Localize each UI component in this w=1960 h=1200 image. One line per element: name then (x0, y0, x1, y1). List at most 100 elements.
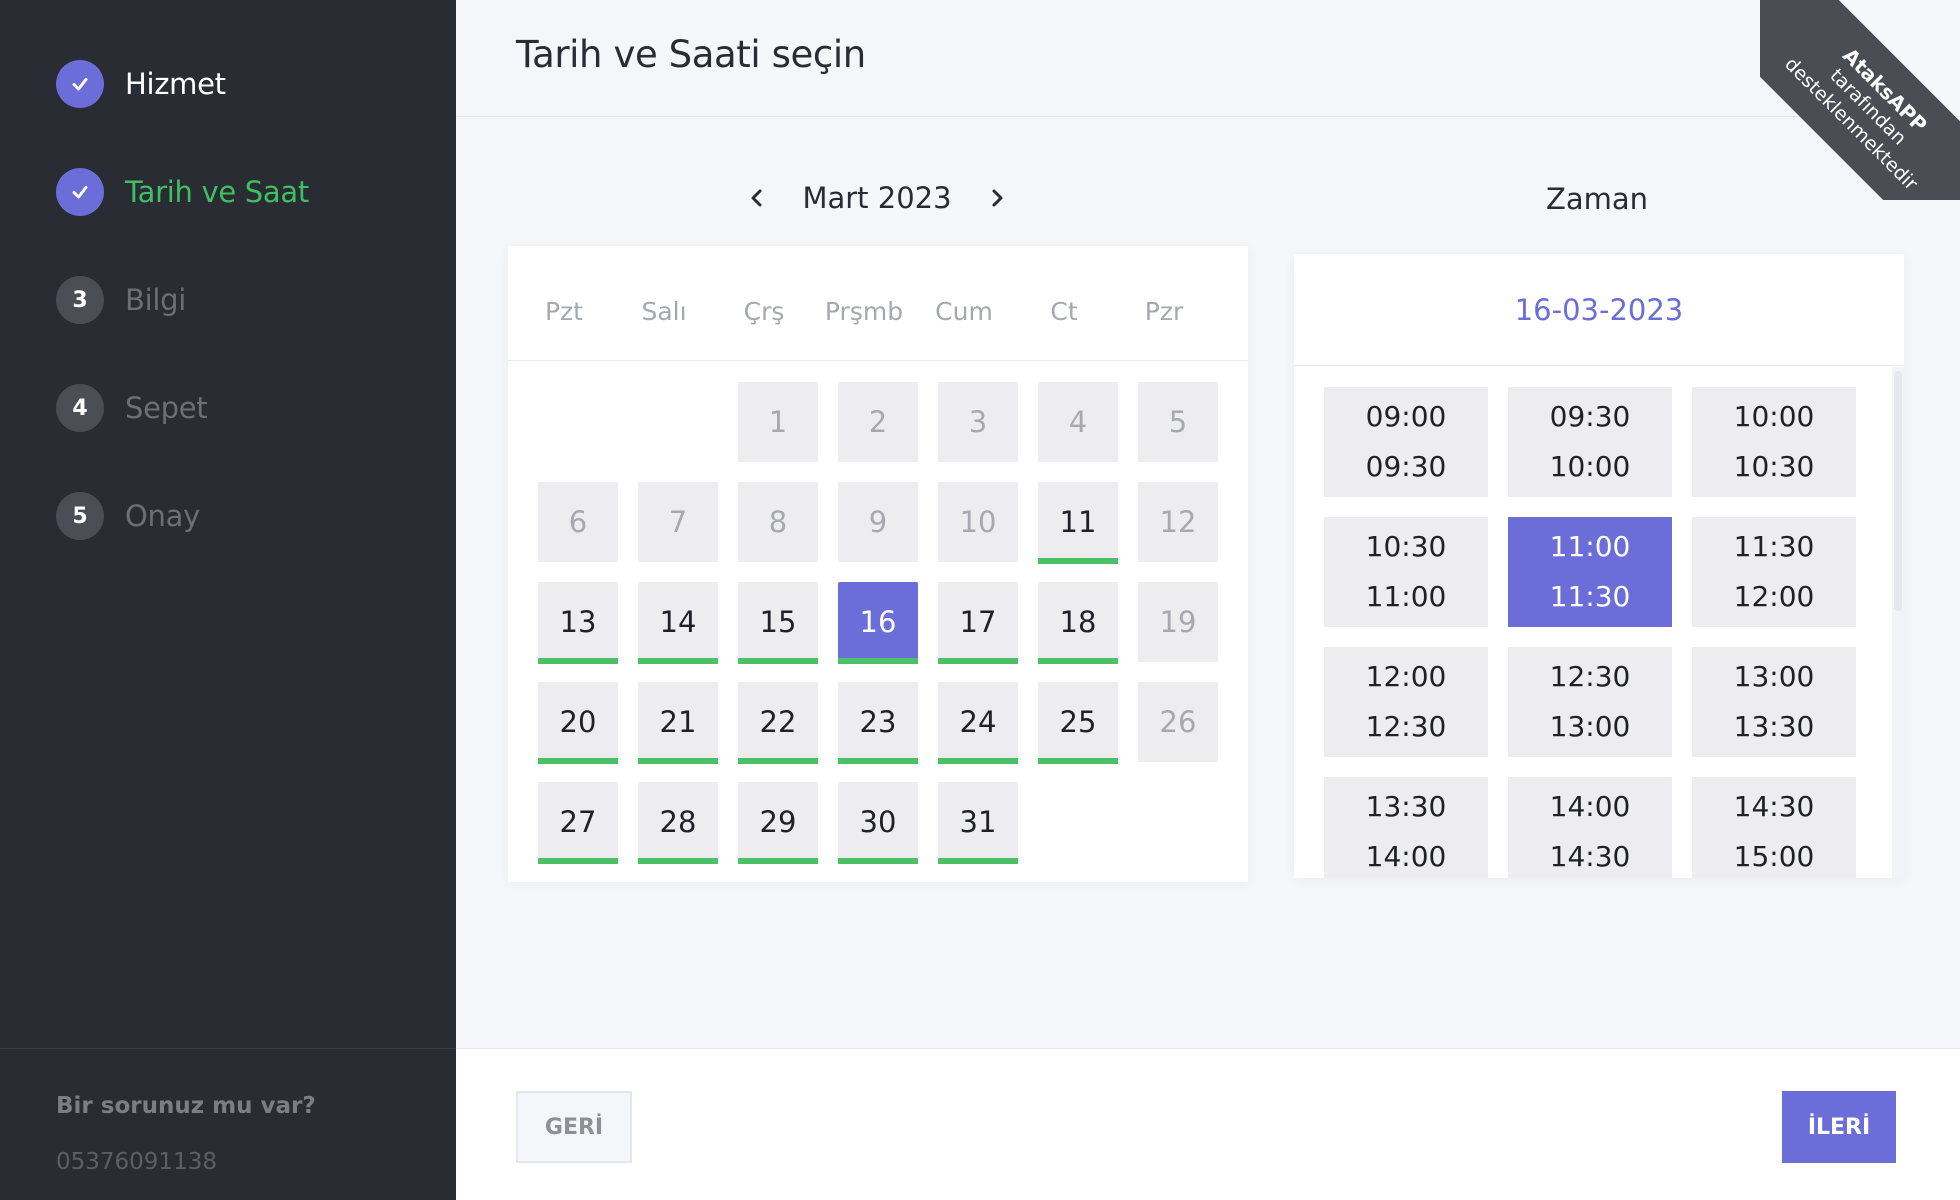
time-slot[interactable]: 09:30 10:00 (1508, 387, 1672, 497)
weekday-label: Pzr (1144, 297, 1184, 326)
calendar-day[interactable]: 25 (1038, 682, 1118, 764)
time-slot-end: 11:30 (1549, 580, 1631, 613)
time-slot-grid: 09:00 09:30 09:30 10:00 10:00 10:30 10:30 11:00… (1294, 367, 1904, 878)
weekday-label: Salı (641, 297, 687, 326)
chevron-right-icon[interactable] (982, 178, 1012, 218)
step-label: Hizmet (125, 67, 226, 101)
time-slot[interactable]: 10:00 10:30 (1692, 387, 1856, 497)
sidebar-footer: Bir sorunuz mu var? 05376091138 (0, 1048, 456, 1200)
next-button[interactable]: İLERİ (1782, 1091, 1896, 1163)
calendar-day[interactable]: 27 (538, 782, 618, 864)
chevron-left-icon[interactable] (742, 178, 772, 218)
calendar-day[interactable]: 17 (938, 582, 1018, 664)
time-slot[interactable]: 09:00 09:30 (1324, 387, 1488, 497)
time-slot[interactable]: 11:30 12:00 (1692, 517, 1856, 627)
calendar: Pzt Salı Çrş Prşmb Cum Ct Pzr 1 2 3 4 5 6 7 8 9 10 11 12 1… (508, 246, 1248, 882)
step-number: 3 (56, 276, 104, 324)
time-slot-end: 12:30 (1365, 710, 1447, 743)
step-tarih-ve-saat[interactable]: Tarih ve Saat (56, 165, 309, 219)
calendar-day: 3 (938, 382, 1018, 462)
powered-by-ribbon: AtaksAPP tarafından desteklenmektedir (1760, 0, 1960, 200)
time-slot[interactable]: 11:00 11:30 (1508, 517, 1672, 627)
calendar-day[interactable]: 16 (838, 582, 918, 664)
weekday-label: Prşmb (824, 297, 904, 326)
calendar-day[interactable]: 20 (538, 682, 618, 764)
month-label: Mart 2023 (802, 181, 952, 215)
weekday-header: Pzt Salı Çrş Prşmb Cum Ct Pzr (508, 246, 1248, 361)
calendar-day[interactable]: 21 (638, 682, 718, 764)
step-label: Onay (125, 499, 200, 533)
calendar-day[interactable]: 31 (938, 782, 1018, 864)
time-slot[interactable]: 13:30 14:00 (1324, 777, 1488, 878)
calendar-day[interactable]: 15 (738, 582, 818, 664)
calendar-day: 1 (738, 382, 818, 462)
weekday-label: Çrş (743, 297, 785, 326)
calendar-day[interactable]: 11 (1038, 482, 1118, 564)
time-title: Zaman (1545, 182, 1649, 216)
time-slot-end: 15:00 (1733, 840, 1815, 873)
month-navigation: Mart 2023 (742, 176, 1012, 220)
time-slot-start: 09:30 (1549, 400, 1631, 433)
time-slot-end: 13:00 (1549, 710, 1631, 743)
time-slot-end: 11:00 (1365, 580, 1447, 613)
back-button[interactable]: GERİ (516, 1091, 632, 1163)
calendar-day[interactable]: 30 (838, 782, 918, 864)
time-slot[interactable]: 14:30 15:00 (1692, 777, 1856, 878)
calendar-day: 8 (738, 482, 818, 562)
calendar-day: 19 (1138, 582, 1218, 662)
selected-date: 16-03-2023 (1294, 254, 1904, 366)
calendar-day: 26 (1138, 682, 1218, 762)
step-label: Tarih ve Saat (125, 175, 309, 209)
time-slot-start: 12:00 (1365, 660, 1447, 693)
time-slot-end: 14:00 (1365, 840, 1447, 873)
time-slot-end: 12:00 (1733, 580, 1815, 613)
calendar-day[interactable]: 28 (638, 782, 718, 864)
ribbon-banner: AtaksAPP tarafından desteklenmektedir (1760, 0, 1960, 200)
calendar-day: 6 (538, 482, 618, 562)
calendar-day[interactable]: 23 (838, 682, 918, 764)
calendar-day: 7 (638, 482, 718, 562)
calendar-day[interactable]: 24 (938, 682, 1018, 764)
time-slot[interactable]: 12:30 13:00 (1508, 647, 1672, 757)
time-slot-start: 11:30 (1733, 530, 1815, 563)
step-bilgi[interactable]: 3 Bilgi (56, 273, 309, 327)
page-title: Tarih ve Saati seçin (516, 33, 866, 76)
time-slot-end: 09:30 (1365, 450, 1447, 483)
time-slot-start: 12:30 (1549, 660, 1631, 693)
time-slot-start: 13:30 (1365, 790, 1447, 823)
calendar-day[interactable]: 13 (538, 582, 618, 664)
calendar-day[interactable]: 18 (1038, 582, 1118, 664)
main-header: Tarih ve Saati seçin (456, 0, 1960, 117)
step-onay[interactable]: 5 Onay (56, 489, 309, 543)
step-hizmet[interactable]: Hizmet (56, 57, 309, 111)
check-icon (56, 168, 104, 216)
step-number: 4 (56, 384, 104, 432)
time-slot-start: 10:00 (1733, 400, 1815, 433)
time-slot-end: 14:30 (1549, 840, 1631, 873)
time-slot-start: 11:00 (1549, 530, 1631, 563)
step-sepet[interactable]: 4 Sepet (56, 381, 309, 435)
time-slot[interactable]: 14:00 14:30 (1508, 777, 1672, 878)
time-slot[interactable]: 10:30 11:00 (1324, 517, 1488, 627)
calendar-day: 4 (1038, 382, 1118, 462)
help-text: Bir sorunuz mu var? (56, 1093, 316, 1119)
calendar-day[interactable]: 14 (638, 582, 718, 664)
time-slot-end: 10:30 (1733, 450, 1815, 483)
calendar-day[interactable]: 29 (738, 782, 818, 864)
time-scrollbar-thumb[interactable] (1894, 371, 1902, 611)
help-phone[interactable]: 05376091138 (56, 1149, 217, 1175)
weekday-label: Pzt (544, 297, 583, 326)
weekday-label: Cum (935, 297, 993, 326)
sidebar: Hizmet Tarih ve Saat 3 Bilgi 4 Sepet 5 O… (0, 0, 456, 1200)
calendar-day: 2 (838, 382, 918, 462)
calendar-day[interactable]: 22 (738, 682, 818, 764)
check-icon (56, 60, 104, 108)
calendar-day: 10 (938, 482, 1018, 562)
time-slot[interactable]: 12:00 12:30 (1324, 647, 1488, 757)
time-slot-start: 14:00 (1549, 790, 1631, 823)
time-slot[interactable]: 13:00 13:30 (1692, 647, 1856, 757)
step-number: 5 (56, 492, 104, 540)
weekday-label: Ct (1050, 297, 1078, 326)
time-slot-start: 09:00 (1365, 400, 1447, 433)
main-panel: Tarih ve Saati seçin AtaksAPP tarafından… (456, 0, 1960, 1200)
